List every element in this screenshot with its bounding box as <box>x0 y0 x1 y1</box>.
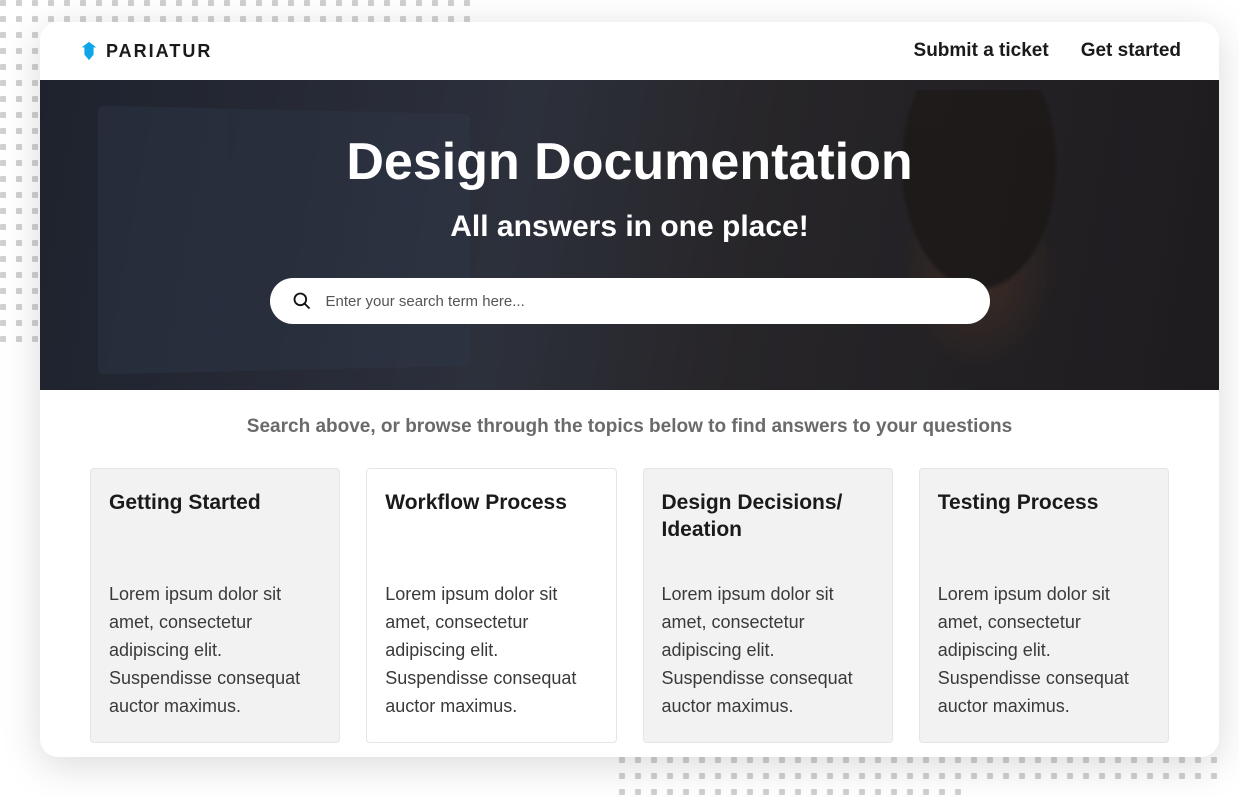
browser-window: PARIATUR Submit a ticket Get started Des… <box>40 22 1219 757</box>
nav-get-started[interactable]: Get started <box>1081 40 1181 62</box>
card-description: Lorem ipsum dolor sit amet, consectetur … <box>938 581 1150 720</box>
nav-submit-ticket[interactable]: Submit a ticket <box>914 40 1049 62</box>
content-section: Search above, or browse through the topi… <box>40 390 1219 757</box>
nav-links: Submit a ticket Get started <box>914 40 1181 62</box>
card-title: Design Decisions/ Ideation <box>662 489 874 545</box>
card-getting-started[interactable]: Getting Started Lorem ipsum dolor sit am… <box>90 468 340 743</box>
search-icon <box>292 291 312 311</box>
logo-text: PARIATUR <box>106 41 212 62</box>
card-title: Testing Process <box>938 489 1150 545</box>
header-bar: PARIATUR Submit a ticket Get started <box>40 22 1219 80</box>
hero-subtitle: All answers in one place! <box>450 210 808 244</box>
card-workflow-process[interactable]: Workflow Process Lorem ipsum dolor sit a… <box>366 468 616 743</box>
card-testing-process[interactable]: Testing Process Lorem ipsum dolor sit am… <box>919 468 1169 743</box>
card-design-decisions[interactable]: Design Decisions/ Ideation Lorem ipsum d… <box>643 468 893 743</box>
brand-logo[interactable]: PARIATUR <box>78 40 212 62</box>
helper-text: Search above, or browse through the topi… <box>90 416 1169 438</box>
card-title: Getting Started <box>109 489 321 545</box>
card-description: Lorem ipsum dolor sit amet, consectetur … <box>662 581 874 720</box>
hero-title: Design Documentation <box>346 132 912 192</box>
card-description: Lorem ipsum dolor sit amet, consectetur … <box>385 581 597 720</box>
logo-icon <box>78 40 100 62</box>
hero-section: Design Documentation All answers in one … <box>40 80 1219 390</box>
search-input[interactable] <box>326 293 968 310</box>
topic-cards: Getting Started Lorem ipsum dolor sit am… <box>90 468 1169 743</box>
card-title: Workflow Process <box>385 489 597 545</box>
search-bar[interactable] <box>270 278 990 324</box>
card-description: Lorem ipsum dolor sit amet, consectetur … <box>109 581 321 720</box>
